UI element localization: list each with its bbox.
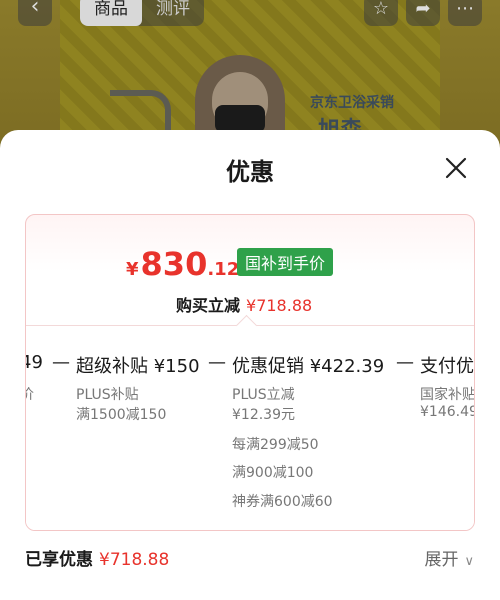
enjoyed-discount-label: 已享优惠: [25, 550, 93, 570]
tab-product[interactable]: 商品: [80, 0, 142, 26]
breakdown-line: ¥12.39元: [232, 407, 295, 423]
breakdown-line: 满1500减150: [76, 407, 167, 423]
breakdown-cut-left-sub: 价: [26, 384, 34, 404]
discount-breakdown[interactable]: 49 价 — 超级补贴 ¥150 PLUS补贴 满1500减150 — 优惠促销…: [26, 325, 475, 530]
final-price: ¥ 830 .12: [126, 245, 239, 283]
share-icon[interactable]: ➦: [406, 0, 440, 26]
breakdown-line: 每满299减50: [232, 437, 319, 453]
instant-discount-value: ¥718.88: [246, 296, 313, 315]
breakdown-line: PLUS立减: [232, 387, 295, 403]
breakdown-cut-left-head: 49: [26, 352, 43, 373]
product-tabs: 商品 测评: [80, 0, 204, 26]
instant-discount-label: 购买立减: [176, 296, 241, 315]
tab-review[interactable]: 测评: [142, 0, 204, 26]
top-nav-bar: ‹ 商品 测评 ☆ ➦ ⋯: [0, 0, 500, 26]
top-right-actions: ☆ ➦ ⋯: [364, 0, 482, 26]
sheet-title: 优惠: [226, 158, 274, 186]
breakdown-line: ¥146.49: [420, 404, 475, 420]
more-icon[interactable]: ⋯: [448, 0, 482, 26]
separator-dash: —: [208, 352, 226, 373]
chevron-left-icon: ‹: [30, 0, 40, 19]
price-decimal: .12: [207, 259, 240, 280]
favorite-star-icon[interactable]: ☆: [364, 0, 398, 26]
expand-button[interactable]: 展开 ∨: [424, 545, 474, 570]
discount-sheet: 优惠 ¥ 830 .12 国补到手价 购买立减 ¥718.88 49 价 — 超级…: [0, 130, 500, 600]
instant-discount-row: 购买立减 ¥718.88: [176, 292, 312, 316]
breakdown-promotion-head: 优惠促销 ¥422.39: [232, 356, 385, 377]
breakdown-line: 神券满600减60: [232, 494, 333, 510]
breakdown-super-subsidy-head: 超级补贴 ¥150: [76, 356, 200, 377]
breakdown-line: 国家补贴: [420, 387, 475, 403]
chevron-down-icon: ∨: [464, 554, 474, 569]
subsidy-badge: 国补到手价: [237, 248, 334, 276]
enjoyed-discount-value: ¥718.88: [99, 550, 170, 570]
breakdown-line: PLUS补贴: [76, 387, 139, 403]
back-button[interactable]: ‹: [18, 0, 52, 26]
separator-dash: —: [396, 352, 414, 373]
model-mask: [215, 105, 265, 133]
separator-dash: —: [52, 352, 70, 373]
breakdown-payment-head: 支付优: [420, 356, 474, 377]
breakdown-line: 满900减100: [232, 465, 314, 481]
expand-label: 展开: [424, 550, 459, 570]
discount-card: ¥ 830 .12 国补到手价 购买立减 ¥718.88 49 价 — 超级补贴 …: [25, 214, 475, 531]
close-icon[interactable]: [444, 156, 468, 180]
price-integer: 830: [140, 245, 208, 283]
enjoyed-discount-row: 已享优惠 ¥718.88: [25, 545, 169, 570]
price-currency: ¥: [126, 259, 139, 280]
banner-tagline: 京东卫浴采销: [310, 95, 394, 111]
